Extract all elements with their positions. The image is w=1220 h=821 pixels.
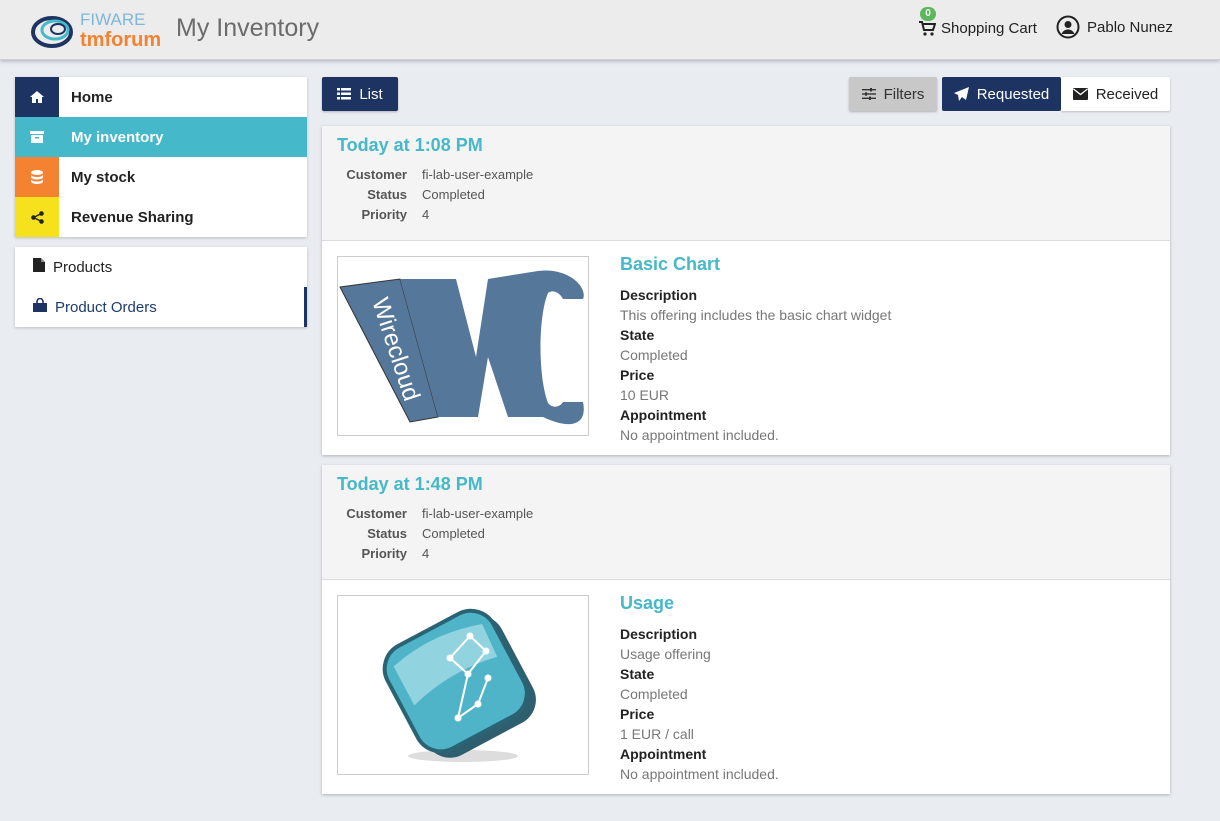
logo-fiware-text: FIWARE [80, 10, 145, 29]
cart-icon [918, 19, 937, 37]
shopping-cart-button[interactable]: Shopping Cart [918, 17, 1037, 39]
cart-label: Shopping Cart [941, 19, 1037, 37]
product-image-usage[interactable] [337, 595, 589, 775]
product-name[interactable]: Usage [620, 593, 674, 614]
order-date[interactable]: Today at 1:48 PM [337, 474, 483, 495]
customer-value: fi-lab-user-example [422, 506, 534, 521]
fiware-tmforum-logo[interactable]: FIWARE tmforum [30, 8, 170, 51]
description-key: Description [620, 626, 698, 642]
cart-count-badge: 0 [920, 7, 936, 21]
sidebar-item-label: Revenue Sharing [71, 208, 194, 226]
sidebar-item-home[interactable]: Home [15, 77, 307, 117]
home-icon [15, 77, 59, 117]
customer-key: Customer [346, 167, 407, 182]
state-key: State [620, 666, 655, 682]
user-name: Pablo Nunez [1087, 18, 1173, 36]
sidebar-item-my-stock[interactable]: My stock [15, 157, 307, 197]
filters-button[interactable]: Filters [849, 77, 937, 111]
priority-key: Priority [361, 207, 407, 222]
customer-value: fi-lab-user-example [422, 167, 534, 182]
customer-key: Customer [346, 506, 407, 521]
sidebar-main-menu: Home My inventory My stock Revenue Shari… [15, 77, 307, 237]
database-icon [15, 157, 59, 197]
envelope-icon [1072, 88, 1088, 100]
list-icon [337, 88, 352, 100]
sidebar-item-label: My inventory [71, 128, 164, 146]
sidebar-sub-menu: Products Product Orders [15, 247, 307, 327]
sliders-icon [861, 88, 876, 100]
appointment-key: Appointment [620, 746, 707, 762]
sidebar-item-product-orders[interactable]: Product Orders [15, 287, 307, 327]
sidebar-item-products[interactable]: Products [15, 247, 307, 287]
price-key: Price [620, 706, 655, 722]
state-key: State [620, 327, 655, 343]
top-navbar: FIWARE tmforum My Inventory Shopping Car… [0, 0, 1220, 60]
share-icon [15, 197, 59, 237]
list-button-label: List [359, 85, 383, 103]
archive-icon [15, 117, 59, 157]
description-value: Usage offering [620, 646, 711, 662]
sidebar-item-label: Product Orders [55, 298, 157, 316]
sidebar-item-label: Products [53, 258, 113, 276]
appointment-value: No appointment included. [620, 427, 779, 443]
appointment-value: No appointment included. [620, 766, 779, 782]
sidebar-item-my-inventory[interactable]: My inventory [15, 117, 307, 157]
price-value: 1 EUR / call [620, 726, 694, 742]
status-value: Completed [422, 526, 485, 541]
user-avatar-icon [1056, 15, 1080, 39]
shopping-bag-icon [33, 297, 47, 317]
description-key: Description [620, 287, 698, 303]
order-header: Today at 1:48 PM Customer fi-lab-user-ex… [322, 465, 1170, 580]
page-title: My Inventory [176, 14, 320, 42]
description-value: This offering includes the basic chart w… [620, 307, 892, 323]
order-product: Wirecloud Basic Chart Description This o… [322, 241, 1170, 455]
received-button-label: Received [1095, 85, 1159, 103]
priority-value: 4 [422, 207, 430, 222]
price-key: Price [620, 367, 655, 383]
order-header: Today at 1:08 PM Customer fi-lab-user-ex… [322, 126, 1170, 241]
sidebar-item-label: Home [71, 88, 113, 106]
order-card: Today at 1:48 PM Customer fi-lab-user-ex… [322, 465, 1170, 794]
requested-button-label: Requested [976, 85, 1050, 103]
sidebar-item-label: My stock [71, 168, 136, 186]
price-value: 10 EUR [620, 387, 670, 403]
priority-value: 4 [422, 546, 430, 561]
logo-tmforum-text: tmforum [80, 29, 161, 50]
received-tab-button[interactable]: Received [1061, 77, 1170, 111]
product-image-wirecloud[interactable]: Wirecloud [337, 256, 589, 436]
priority-key: Priority [361, 546, 407, 561]
status-key: Status [367, 526, 407, 541]
status-key: Status [367, 187, 407, 202]
filters-button-label: Filters [883, 85, 925, 103]
state-value: Completed [620, 686, 688, 702]
list-view-button[interactable]: List [322, 77, 398, 111]
user-menu[interactable]: Pablo Nunez [1056, 15, 1173, 39]
appointment-key: Appointment [620, 407, 707, 423]
status-value: Completed [422, 187, 485, 202]
sidebar-item-revenue-sharing[interactable]: Revenue Sharing [15, 197, 307, 237]
order-date[interactable]: Today at 1:08 PM [337, 135, 483, 156]
state-value: Completed [620, 347, 688, 363]
file-icon [33, 257, 45, 277]
order-card: Today at 1:08 PM Customer fi-lab-user-ex… [322, 126, 1170, 455]
product-name[interactable]: Basic Chart [620, 254, 720, 275]
paper-plane-icon [953, 87, 969, 101]
requested-tab-button[interactable]: Requested [942, 77, 1061, 111]
order-product: Usage Description Usage offering State C… [322, 580, 1170, 794]
